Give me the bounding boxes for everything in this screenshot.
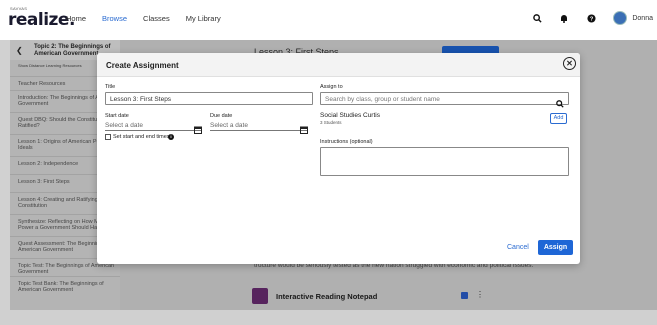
svg-text:?: ? [590, 16, 594, 22]
username[interactable]: Donna [632, 15, 653, 22]
close-icon: ✕ [566, 58, 573, 68]
title-input-value: Lesson 3: First Steps [110, 96, 172, 103]
search-icon[interactable] [532, 13, 542, 23]
create-assignment-dialog: Create Assignment ✕ Title Lesson 3: Firs… [97, 53, 580, 264]
set-times-checkbox[interactable] [105, 134, 111, 140]
top-navbar: SAVVAS realize. Home Browse Classes My L… [0, 0, 657, 40]
nav-classes[interactable]: Classes [143, 14, 170, 23]
logo-text: realize. [8, 10, 75, 30]
close-button[interactable]: ✕ [563, 57, 576, 70]
help-icon[interactable]: ? [586, 13, 596, 23]
info-icon[interactable]: i [168, 134, 174, 140]
page-footer-strip [0, 310, 657, 325]
instructions-label: Instructions (optional) [320, 139, 373, 145]
realize-logo[interactable]: SAVVAS realize. [8, 6, 75, 34]
nav-home[interactable]: Home [66, 14, 86, 23]
assign-button[interactable]: Assign [538, 240, 573, 255]
due-date-label: Due date [210, 113, 233, 119]
add-class-button[interactable]: Add [550, 113, 567, 124]
dialog-header: Create Assignment ✕ [97, 53, 580, 77]
due-date-field[interactable]: Select a date [210, 120, 308, 134]
nav-browse[interactable]: Browse [102, 14, 127, 23]
assign-search-placeholder: Search by class, group or student name [325, 96, 440, 103]
nav-my-library[interactable]: My Library [186, 14, 221, 23]
title-label: Title [105, 84, 116, 90]
cancel-button[interactable]: Cancel [507, 244, 529, 251]
assign-to-search-input[interactable]: Search by class, group or student name [320, 92, 569, 108]
class-student-count: 3 Students [320, 120, 342, 125]
assign-to-label: Assign to [320, 84, 343, 90]
start-date-placeholder: Select a date [105, 122, 143, 129]
bell-icon[interactable] [559, 13, 569, 23]
due-date-placeholder: Select a date [210, 122, 248, 129]
start-date-label: Start date [105, 113, 129, 119]
instructions-textarea[interactable] [320, 147, 569, 176]
nav-icons: ? Donna [532, 11, 657, 25]
set-times-label[interactable]: Set start and end times [113, 134, 170, 140]
avatar[interactable] [613, 11, 628, 25]
title-input[interactable]: Lesson 3: First Steps [105, 92, 313, 105]
search-icon[interactable] [556, 95, 564, 113]
class-name: Social Studies Curtis [320, 112, 380, 119]
calendar-icon[interactable] [300, 121, 308, 134]
calendar-icon[interactable] [194, 121, 202, 134]
start-date-field[interactable]: Select a date [105, 120, 202, 134]
nav-links: Home Browse Classes My Library [66, 14, 221, 23]
dialog-title: Create Assignment [106, 61, 179, 70]
